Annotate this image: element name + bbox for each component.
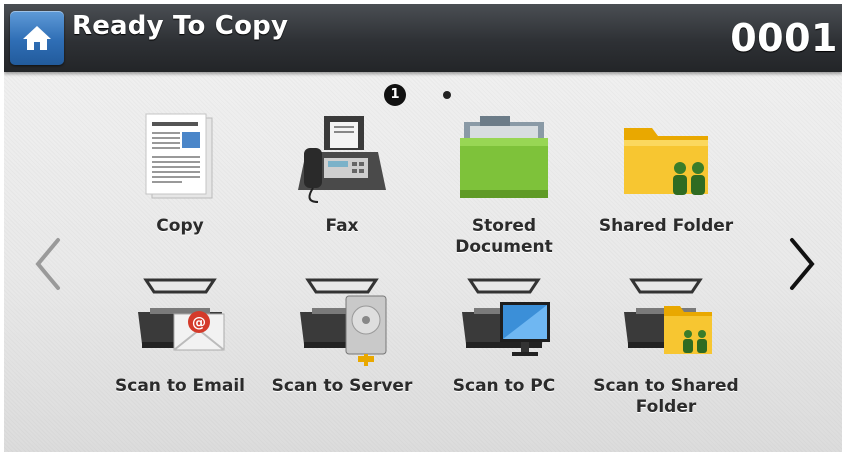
green-folder-icon: [460, 116, 548, 198]
shared-folder-icon: [624, 128, 708, 195]
scanner-pc-icon: [462, 278, 550, 356]
scanner-shared-folder-icon: [624, 278, 712, 354]
svg-text:@: @: [192, 315, 206, 331]
app-label: Copy: [156, 216, 204, 236]
copier-home-screen: Ready To Copy 0001 1 Copy Fax Stored Doc…: [4, 4, 842, 452]
app-label: Stored Document: [455, 216, 553, 257]
page-indicator: 1: [384, 84, 464, 106]
app-scan-to-email[interactable]: @ Scan to Email: [100, 272, 260, 422]
scanner-server-icon: [300, 278, 387, 366]
app-scan-to-pc[interactable]: Scan to PC: [424, 272, 584, 422]
app-label: Fax: [325, 216, 359, 236]
app-label: Scan to PC: [452, 376, 556, 396]
page-title: Ready To Copy: [72, 11, 289, 41]
app-shared-folder[interactable]: Shared Folder: [586, 112, 746, 262]
app-scan-to-server[interactable]: Scan to Server: [262, 272, 422, 422]
app-stored-document[interactable]: Stored Document: [424, 112, 584, 262]
app-copy[interactable]: Copy: [100, 112, 260, 262]
chevron-right-icon[interactable]: [784, 234, 820, 294]
chevron-left-icon[interactable]: [30, 234, 66, 294]
envelope-shape: @: [173, 311, 225, 351]
page-dot[interactable]: [443, 91, 451, 99]
app-label: Shared Folder: [598, 216, 734, 236]
page-dot-active[interactable]: 1: [384, 84, 406, 106]
copy-counter: 0001: [730, 16, 838, 60]
app-label: Scan to Shared Folder: [593, 376, 739, 417]
app-scan-to-shared-folder[interactable]: Scan to Shared Folder: [586, 272, 746, 422]
app-fax[interactable]: Fax: [262, 112, 422, 262]
document-icon: [145, 113, 213, 199]
fax-machine-icon: [298, 116, 386, 203]
home-icon: [23, 26, 51, 50]
status-header: Ready To Copy 0001: [4, 4, 842, 72]
home-button[interactable]: [10, 11, 64, 65]
scanner-email-icon: @: [138, 278, 225, 351]
app-label: Scan to Email: [115, 376, 245, 396]
app-label: Scan to Server: [271, 376, 413, 396]
